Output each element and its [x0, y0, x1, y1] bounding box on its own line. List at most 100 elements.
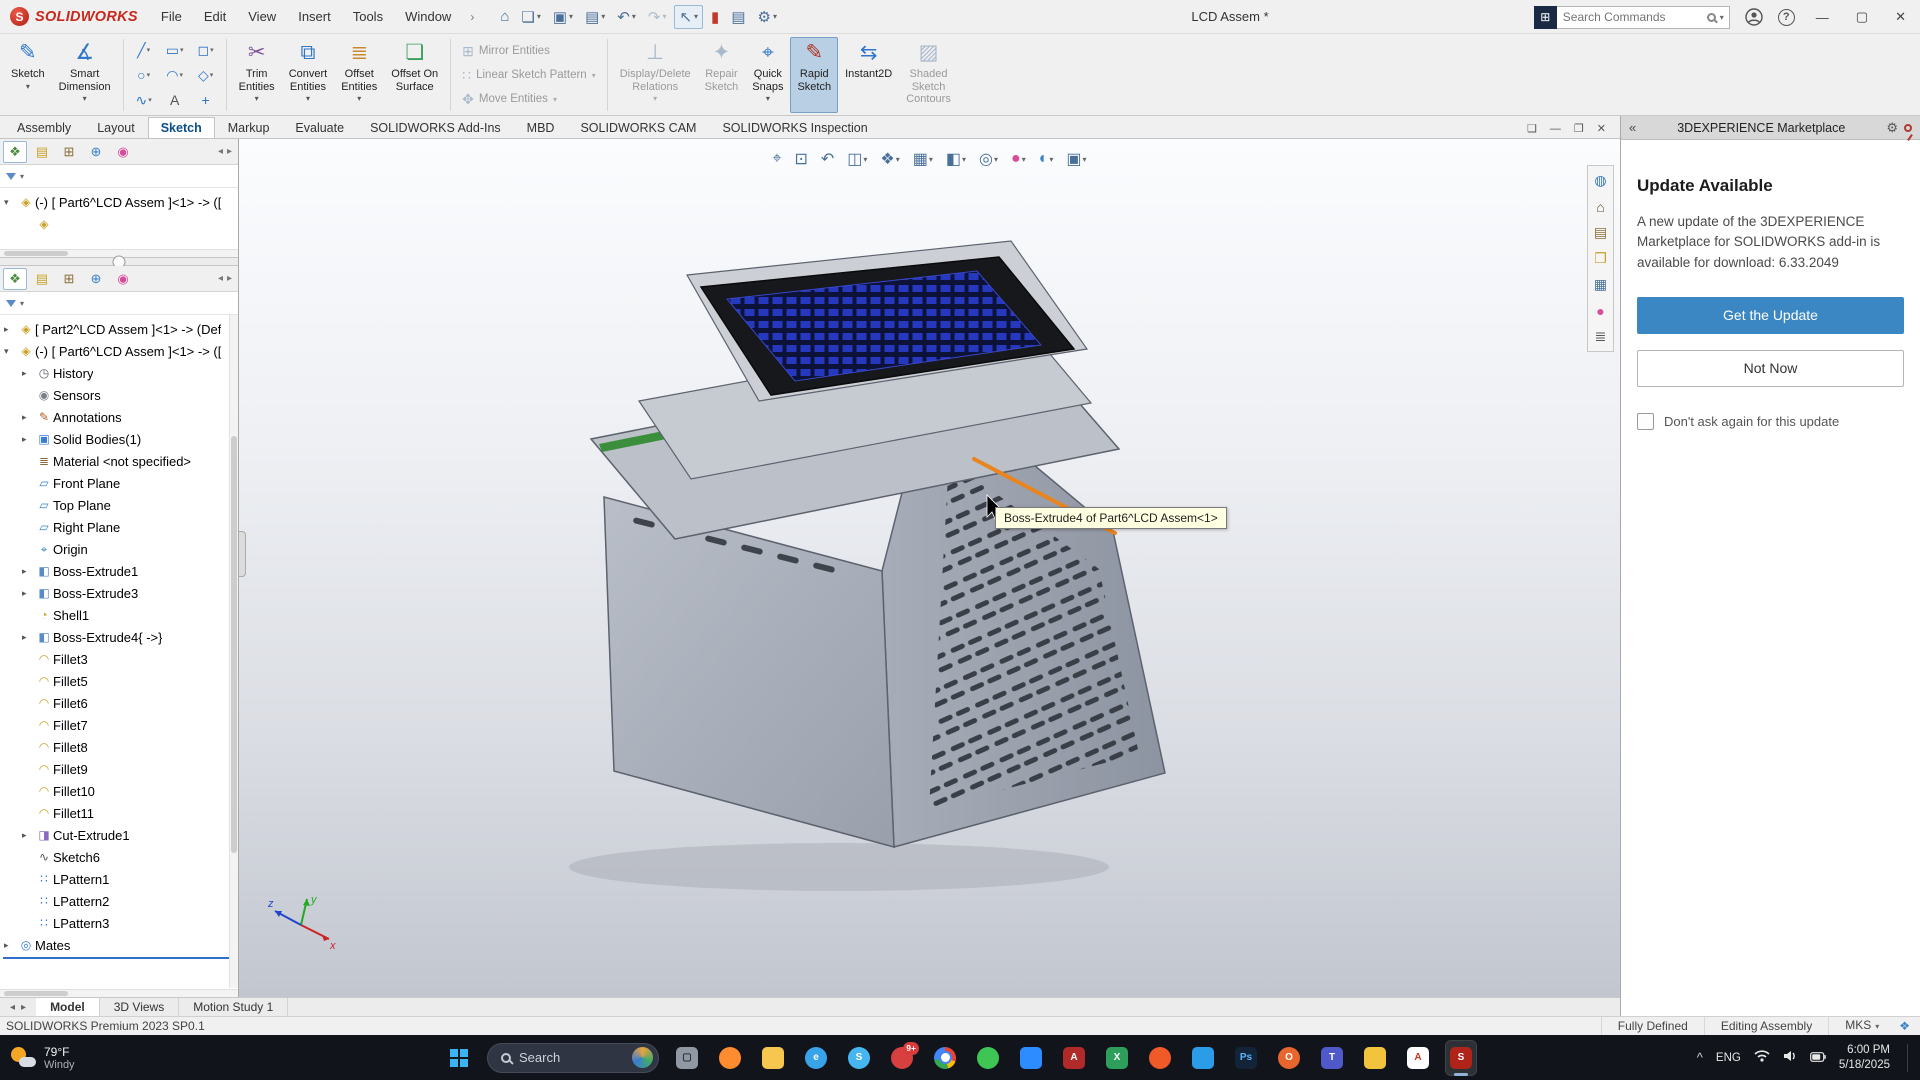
model-3d[interactable]	[239, 139, 1620, 997]
menu-pin-icon[interactable]: ›	[462, 10, 482, 24]
circle-tool-icon[interactable]: ○ ▾	[129, 63, 159, 87]
mail-icon[interactable]: 9+	[887, 1041, 917, 1075]
search-icon[interactable]	[1707, 13, 1716, 22]
volume-icon[interactable]	[1783, 1050, 1797, 1065]
solidworks-resources-tab-icon[interactable]: ⌂	[1589, 195, 1612, 218]
scrollbar-thumb[interactable]	[4, 991, 68, 996]
tree-item[interactable]: ◠ Fillet11	[0, 802, 238, 824]
3dexperience-tab-icon[interactable]: ◍	[1589, 169, 1612, 192]
status-units-selector[interactable]: MKS▾	[1828, 1016, 1895, 1036]
dropdown-caret[interactable]: ▾	[601, 12, 605, 21]
viewport-pin-icon[interactable]: ❏	[1527, 122, 1537, 135]
dropdown-caret[interactable]: ▾	[863, 155, 867, 164]
filter-caret-icon[interactable]: ▾	[20, 299, 24, 308]
menu-item[interactable]: Edit	[193, 0, 237, 34]
tab-scroll-left-icon[interactable]: ◂	[218, 273, 223, 284]
wifi-icon[interactable]	[1754, 1050, 1770, 1065]
chrome-icon[interactable]	[930, 1041, 960, 1075]
appearances-tab-icon[interactable]: ●	[1589, 299, 1612, 322]
panel-splitter-handle[interactable]	[239, 531, 246, 577]
displaymanager-tab-icon[interactable]: ◉	[111, 268, 135, 290]
pin-icon[interactable]	[1904, 124, 1912, 132]
document-tab[interactable]: Motion Study 1	[179, 998, 288, 1016]
ribbon-button[interactable]: ⊞ Mirror Entities	[456, 41, 602, 62]
dropdown-caret[interactable]: ▾	[929, 155, 933, 164]
menu-item[interactable]: Insert	[287, 0, 342, 34]
zoom-to-fit-icon[interactable]: ⌖	[769, 148, 784, 170]
tree-item[interactable]: ∷ LPattern3	[0, 912, 238, 934]
tab-scroll-right-icon[interactable]: ▸	[227, 146, 232, 157]
save-icon[interactable]: ▣ ▾	[549, 6, 577, 28]
document-tab[interactable]: 3D Views	[100, 998, 179, 1016]
view-settings-icon[interactable]: ▣ ▾	[1063, 147, 1089, 171]
dropdown-caret[interactable]: ▾	[694, 12, 698, 21]
dropdown-caret[interactable]: ▾	[1022, 155, 1026, 164]
menu-item[interactable]: Window	[394, 0, 462, 34]
tree-item[interactable]: ◧ Boss-Extrude1	[0, 560, 238, 582]
ribbon-button[interactable]: ▨ Shaded Sketch Contours	[899, 37, 958, 113]
tree-item[interactable]: ◠ Fillet6	[0, 692, 238, 714]
whatsapp-icon[interactable]	[973, 1041, 1003, 1075]
dropdown-caret[interactable]: ▾	[255, 94, 259, 103]
dropdown-caret[interactable]: ▾	[569, 12, 573, 21]
ribbon-button[interactable]: ≣ Offset Entities ▾	[334, 37, 384, 113]
tree-item[interactable]: ◈ (-) [ Part6^LCD Assem ]<1> -> ([	[0, 191, 238, 213]
dropdown-caret[interactable]: ▾	[1049, 155, 1053, 164]
ribbon-button[interactable]: ✂ Trim Entities ▾	[232, 37, 282, 113]
viewport-restore-icon[interactable]: ❐	[1574, 122, 1584, 135]
tree-item[interactable]: ∷ LPattern2	[0, 890, 238, 912]
scrollbar-thumb[interactable]	[4, 251, 68, 256]
dimxpertmanager-tab-icon[interactable]: ⊕	[84, 141, 108, 163]
displaymanager-tab-icon[interactable]: ◉	[111, 141, 135, 163]
weather-widget[interactable]: 79°F Windy	[10, 1035, 75, 1080]
tree-item[interactable]: ◠ Fillet9	[0, 758, 238, 780]
dropdown-caret[interactable]: ▾	[26, 82, 30, 91]
undo-icon[interactable]: ↶ ▾	[613, 6, 640, 28]
tree-item[interactable]: ◠ Fillet7	[0, 714, 238, 736]
collapse-pane-icon[interactable]: «	[1629, 120, 1636, 135]
filter-icon[interactable]	[6, 173, 16, 180]
menu-item[interactable]: Tools	[342, 0, 394, 34]
window-close-button[interactable]: ✕	[1889, 9, 1912, 25]
command-tab[interactable]: MBD	[514, 117, 568, 138]
dropdown-caret[interactable]: ▾	[994, 155, 998, 164]
start-button[interactable]	[444, 1041, 474, 1075]
print-icon[interactable]: ▤ ▾	[581, 6, 609, 28]
tree-expand-arrow[interactable]	[4, 324, 17, 335]
window-maximize-button[interactable]: ▢	[1850, 9, 1874, 25]
sheet-icon[interactable]: ▤	[727, 6, 749, 28]
vscode-icon[interactable]	[1188, 1041, 1218, 1075]
doc-tab-prev-icon[interactable]: ◂	[10, 1002, 15, 1013]
ribbon-button[interactable]: ✎ Sketch ▾	[4, 37, 52, 113]
tree-expand-arrow[interactable]	[22, 830, 35, 841]
skype-icon[interactable]: S	[844, 1041, 874, 1075]
viewport-minimize-icon[interactable]: —	[1550, 123, 1561, 135]
scrollbar-thumb[interactable]	[231, 436, 237, 853]
command-tab[interactable]: Sketch	[148, 117, 215, 138]
tree-item[interactable]: ◨ Cut-Extrude1	[0, 824, 238, 846]
dropdown-caret[interactable]: ▾	[1083, 155, 1087, 164]
slot-tool-icon[interactable]: ◻ ▾	[191, 38, 221, 62]
dropdown-caret[interactable]: ▾	[592, 71, 596, 80]
dropdown-caret[interactable]: ▾	[210, 46, 214, 54]
opera-icon[interactable]: O	[1274, 1041, 1304, 1075]
dont-ask-checkbox[interactable]	[1637, 413, 1654, 430]
command-tab[interactable]: Layout	[84, 117, 148, 138]
file-explorer-tab-icon[interactable]: ❒	[1589, 247, 1612, 270]
arc-tool-icon[interactable]: ◠ ▾	[160, 63, 190, 87]
edge-icon[interactable]: e	[801, 1041, 831, 1075]
taskbar-search[interactable]: Search	[487, 1043, 659, 1073]
hidden-icons-chevron[interactable]: ^	[1697, 1050, 1703, 1065]
display-style-icon[interactable]: ◧ ▾	[943, 147, 969, 171]
tree-item[interactable]: ◠ Fillet10	[0, 780, 238, 802]
tree-item[interactable]: ≣ Material <not specified>	[0, 450, 238, 472]
file-explorer-icon[interactable]	[758, 1041, 788, 1075]
command-tab[interactable]: Evaluate	[282, 117, 357, 138]
zoom-icon[interactable]	[1016, 1041, 1046, 1075]
tree-item[interactable]: ▣ Solid Bodies(1)	[0, 428, 238, 450]
viewport-close-icon[interactable]: ✕	[1597, 122, 1606, 135]
tree-expand-arrow[interactable]	[4, 940, 17, 951]
tab-scroll-left-icon[interactable]: ◂	[218, 146, 223, 157]
section-view-icon[interactable]: ◫ ▾	[844, 147, 870, 171]
tree-item[interactable]: ◧ Boss-Extrude3	[0, 582, 238, 604]
